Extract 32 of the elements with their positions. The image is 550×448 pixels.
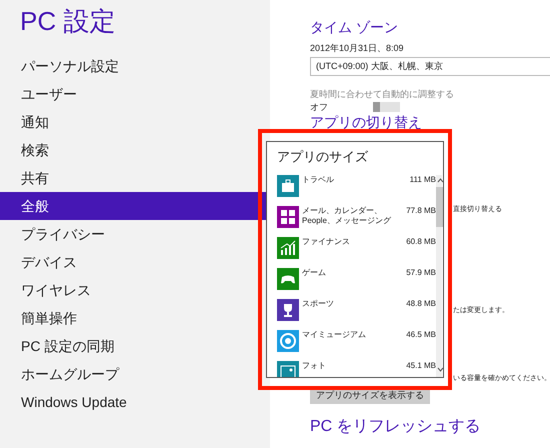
app-name: メール、カレンダー、People、メッセージング <box>301 206 392 227</box>
sidebar-item[interactable]: パーソナル設定 <box>0 52 270 80</box>
page-title: PC 設定 <box>19 5 116 38</box>
sidebar-item[interactable]: 通知 <box>0 108 270 136</box>
sidebar-item[interactable]: ユーザー <box>0 80 270 108</box>
app-name: スポーツ <box>301 299 335 310</box>
section-heading: PC をリフレッシュする <box>310 417 482 437</box>
app-name: トラベル <box>301 175 335 186</box>
section-heading: タイム ゾーン <box>310 18 399 37</box>
toggle-switch[interactable] <box>373 102 400 112</box>
app-size: 46.5 MB <box>405 330 436 341</box>
app-size: 45.1 MB <box>405 361 436 372</box>
app-name: フォト <box>301 361 327 372</box>
app-name: マイミュージアム <box>301 330 367 341</box>
app-size: 60.8 MB <box>405 237 436 248</box>
app-name: ゲーム <box>301 268 327 279</box>
popup-title: アプリのサイズ <box>276 148 369 166</box>
app-size: 77.8 MB <box>405 206 436 217</box>
date-time-text: 2012年10月31日、8:09 <box>310 42 405 54</box>
section-heading: アプリの切り替え <box>310 114 423 130</box>
setting-label: 夏時間に合わせて自動的に調整する <box>310 88 455 100</box>
scroll-down-icon[interactable] <box>437 367 443 372</box>
app-name: ファイナンス <box>301 237 351 248</box>
app-size: 48.8 MB <box>405 299 436 310</box>
toggle-state-text: オフ <box>310 100 329 114</box>
scrollbar-thumb[interactable] <box>436 187 443 227</box>
app-size: 111 MB <box>408 175 436 186</box>
scrollbar[interactable] <box>436 175 442 377</box>
app-size: 57.9 MB <box>405 268 436 279</box>
scroll-up-icon[interactable] <box>437 178 443 183</box>
time-zone-dropdown[interactable]: (UTC+09:00) 大阪、札幌、東京 <box>310 57 550 76</box>
sidebar-item[interactable]: Windows Update <box>0 388 270 416</box>
